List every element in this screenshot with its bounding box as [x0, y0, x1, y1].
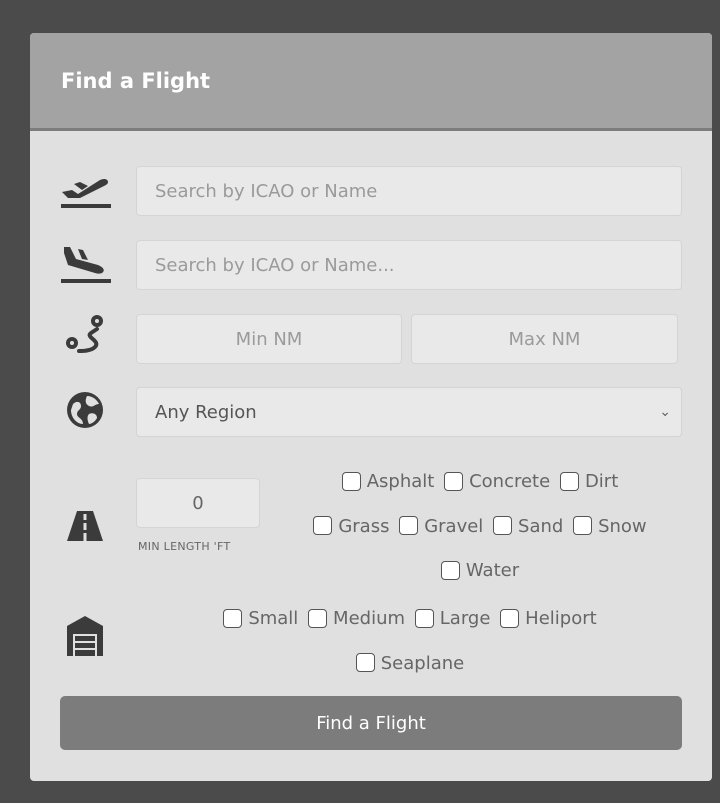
checkbox-box[interactable] — [223, 608, 243, 628]
max-nm-input[interactable]: Max NM — [411, 314, 678, 364]
surface-sand-checkbox[interactable]: Sand — [493, 507, 563, 547]
plane-departure-icon — [56, 170, 114, 210]
checkbox-label: Heliport — [525, 608, 597, 629]
find-flight-button[interactable]: Find a Flight — [60, 696, 682, 750]
departure-search-input[interactable]: Search by ICAO or Name — [136, 166, 682, 216]
checkbox-box[interactable] — [500, 608, 520, 628]
surface-water-checkbox[interactable]: Water — [440, 551, 520, 591]
card-title: Find a Flight — [61, 68, 211, 93]
checkbox-label: Medium — [333, 608, 406, 629]
hangar-icon — [56, 613, 114, 657]
find-flight-card: Find a Flight Search by ICAO or Name Sea… — [30, 33, 712, 781]
chevron-down-icon: ⌄ — [659, 404, 671, 420]
checkbox-box[interactable] — [341, 471, 361, 491]
checkbox-label: Dirt — [584, 471, 619, 492]
checkbox-box[interactable] — [399, 516, 419, 535]
size-heliport-checkbox[interactable]: Heliport — [500, 599, 597, 639]
checkbox-label: Asphalt — [366, 471, 435, 492]
checkbox-label: Seaplane — [380, 652, 465, 674]
checkbox-box[interactable] — [559, 471, 579, 491]
size-seaplane-checkbox[interactable]: Seaplane — [355, 644, 465, 684]
checkbox-label: Grass — [338, 515, 390, 537]
surface-gravel-checkbox[interactable]: Gravel — [399, 507, 483, 547]
checkbox-label: Sand — [518, 515, 564, 537]
checkbox-box[interactable] — [414, 608, 434, 628]
region-select[interactable]: Any Region ⌄ — [136, 387, 682, 437]
card-header: Find a Flight — [30, 33, 712, 131]
region-select-value: Any Region — [155, 401, 257, 423]
min-length-label: MIN LENGTH 'FT — [138, 540, 231, 553]
checkbox-label: Large — [439, 608, 491, 629]
min-length-input[interactable]: 0 — [136, 478, 260, 528]
checkbox-box[interactable] — [355, 653, 375, 672]
min-nm-input[interactable]: Min NM — [136, 314, 402, 364]
surface-grass-checkbox[interactable]: Grass — [313, 507, 389, 547]
checkbox-box[interactable] — [440, 560, 460, 580]
arrival-search-input[interactable]: Search by ICAO or Name... — [136, 240, 682, 290]
checkbox-box[interactable] — [444, 471, 464, 491]
checkbox-box[interactable] — [573, 516, 593, 535]
route-icon — [56, 313, 114, 357]
airport-size-checkbox-group: Small Medium Large Heliport Seaplane — [180, 599, 640, 688]
surface-snow-checkbox[interactable]: Snow — [573, 507, 647, 547]
checkbox-label: Gravel — [424, 515, 484, 537]
size-small-checkbox[interactable]: Small — [223, 599, 298, 639]
plane-arrival-icon — [56, 243, 114, 285]
runway-road-icon — [56, 508, 114, 544]
checkbox-label: Concrete — [469, 471, 551, 492]
surface-concrete-checkbox[interactable]: Concrete — [444, 462, 550, 502]
checkbox-box[interactable] — [308, 608, 328, 628]
surface-dirt-checkbox[interactable]: Dirt — [559, 462, 619, 502]
checkbox-label: Water — [465, 560, 520, 581]
size-medium-checkbox[interactable]: Medium — [308, 599, 405, 639]
checkbox-label: Snow — [598, 515, 647, 537]
size-large-checkbox[interactable]: Large — [414, 599, 491, 639]
surface-asphalt-checkbox[interactable]: Asphalt — [341, 462, 435, 502]
surface-checkbox-group: Asphalt Concrete Dirt Grass Gravel Sand … — [280, 462, 680, 596]
checkbox-box[interactable] — [313, 516, 333, 535]
checkbox-box[interactable] — [493, 516, 513, 535]
checkbox-label: Small — [248, 608, 299, 629]
globe-icon — [56, 390, 114, 430]
